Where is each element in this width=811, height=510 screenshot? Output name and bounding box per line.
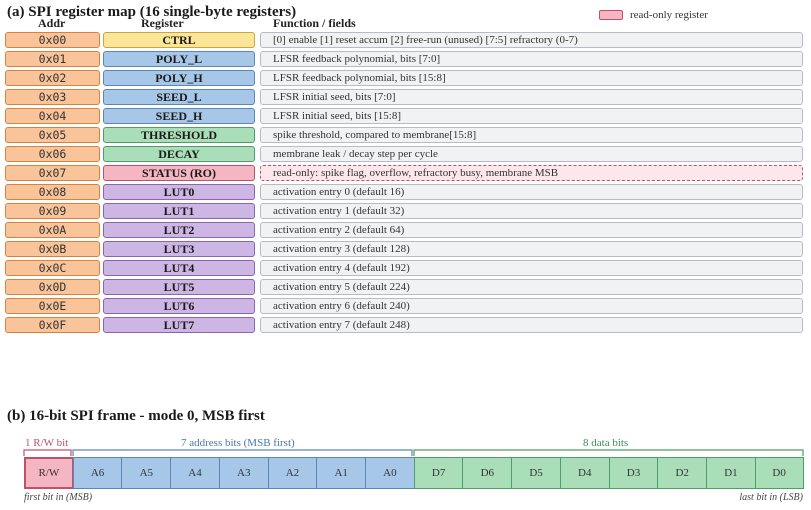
register-row: 0x0A LUT2 activation entry 2 (default 64) [0, 222, 811, 238]
register-row: 0x0B LUT3 activation entry 3 (default 128) [0, 241, 811, 257]
register-name: CTRL [103, 32, 255, 48]
frame-bit: D5 [511, 457, 561, 489]
register-function: spike threshold, compared to membrane[15… [260, 127, 803, 143]
register-address: 0x0D [5, 279, 100, 295]
register-name: LUT2 [103, 222, 255, 238]
register-row: 0x04 SEED_H LFSR initial seed, bits [15:8] [0, 108, 811, 124]
register-address: 0x02 [5, 70, 100, 86]
frame-bit: D1 [706, 457, 756, 489]
frame-bit: A3 [218, 457, 269, 489]
data-bracket [413, 449, 804, 456]
register-row: 0x05 THRESHOLD spike threshold, compared t… [0, 127, 811, 143]
register-name: SEED_H [103, 108, 255, 124]
frame-bit: A0 [365, 457, 415, 489]
register-name: LUT4 [103, 260, 255, 276]
data-bits-label: 8 data bits [583, 437, 629, 449]
register-row: 0x03 SEED_L LFSR initial seed, bits [7:0] [0, 89, 811, 105]
address-bracket [72, 449, 413, 456]
address-bits-label: 7 address bits (MSB first) [181, 437, 295, 449]
register-row: 0x0E LUT6 activation entry 6 (default 240) [0, 298, 811, 314]
register-address: 0x03 [5, 89, 100, 105]
frame-bit: D0 [754, 457, 804, 489]
frame-bit: A1 [316, 457, 367, 489]
register-address: 0x0C [5, 260, 100, 276]
register-row: 0x06 DECAY membrane leak / decay step per … [0, 146, 811, 162]
first-bit-note: first bit in (MSB) [24, 492, 93, 503]
register-function: LFSR feedback polynomial, bits [15:8] [260, 70, 803, 86]
register-address: 0x0B [5, 241, 100, 257]
register-address: 0x00 [5, 32, 100, 48]
register-address: 0x04 [5, 108, 100, 124]
rw-bits-label: 1 R/W bit [25, 437, 69, 449]
register-function: LFSR initial seed, bits [15:8] [260, 108, 803, 124]
register-name: LUT5 [103, 279, 255, 295]
register-function: membrane leak / decay step per cycle [260, 146, 803, 162]
last-bit-note: last bit in (LSB) [739, 492, 803, 503]
register-row: 0x08 LUT0 activation entry 0 (default 16) [0, 184, 811, 200]
register-address: 0x0E [5, 298, 100, 314]
register-row: 0x0D LUT5 activation entry 5 (default 224) [0, 279, 811, 295]
register-function: LFSR feedback polynomial, bits [7:0] [260, 51, 803, 67]
register-row: 0x00 CTRL [0] enable [1] reset accum [2] f… [0, 32, 811, 48]
frame-bit: R/W [24, 457, 74, 489]
frame-bit: A5 [121, 457, 172, 489]
frame-bit: D4 [559, 457, 610, 489]
read-only-swatch [599, 10, 623, 20]
column-header-function: Function / fields [273, 16, 356, 30]
column-header-addr: Addr [38, 16, 66, 30]
register-name: SEED_L [103, 89, 255, 105]
register-function: activation entry 4 (default 192) [260, 260, 803, 276]
register-name: STATUS (RO) [103, 165, 255, 181]
register-name: LUT7 [103, 317, 255, 333]
register-row: 0x07 STATUS (RO) read-only: spike flag, ov… [0, 165, 811, 181]
register-row: 0x0F LUT7 activation entry 7 (default 248) [0, 317, 811, 333]
legend-label: read-only register [630, 9, 708, 21]
register-address: 0x06 [5, 146, 100, 162]
frame-bit: D6 [462, 457, 513, 489]
frame-bit: D2 [657, 457, 708, 489]
register-name: POLY_L [103, 51, 255, 67]
register-function: activation entry 1 (default 32) [260, 203, 803, 219]
register-name: LUT3 [103, 241, 255, 257]
register-name: POLY_H [103, 70, 255, 86]
register-address: 0x08 [5, 184, 100, 200]
register-address: 0x07 [5, 165, 100, 181]
frame-bit: D7 [413, 457, 464, 489]
register-name: LUT1 [103, 203, 255, 219]
register-function: activation entry 5 (default 224) [260, 279, 803, 295]
frame-bit: A6 [72, 457, 123, 489]
legend: read-only register [599, 8, 708, 22]
column-header-register: Register [141, 16, 184, 30]
frame-bit: A2 [267, 457, 318, 489]
register-address: 0x05 [5, 127, 100, 143]
register-name: LUT6 [103, 298, 255, 314]
section-b-title: (b) 16-bit SPI frame - mode 0, MSB first [7, 408, 265, 424]
register-function: activation entry 3 (default 128) [260, 241, 803, 257]
register-row: 0x02 POLY_H LFSR feedback polynomial, bits… [0, 70, 811, 86]
register-row: 0x01 POLY_L LFSR feedback polynomial, bits… [0, 51, 811, 67]
register-address: 0x0F [5, 317, 100, 333]
frame-bit: D3 [608, 457, 659, 489]
register-function: activation entry 7 (default 248) [260, 317, 803, 333]
register-function: activation entry 0 (default 16) [260, 184, 803, 200]
register-name: DECAY [103, 146, 255, 162]
register-function: activation entry 2 (default 64) [260, 222, 803, 238]
frame-bit: A4 [170, 457, 220, 489]
register-function: LFSR initial seed, bits [7:0] [260, 89, 803, 105]
register-function: activation entry 6 (default 240) [260, 298, 803, 314]
register-row: 0x09 LUT1 activation entry 1 (default 32) [0, 203, 811, 219]
rw-bracket [23, 449, 72, 456]
register-address: 0x01 [5, 51, 100, 67]
register-name: THRESHOLD [103, 127, 255, 143]
register-function: [0] enable [1] reset accum [2] free-run … [260, 32, 803, 48]
register-name: LUT0 [103, 184, 255, 200]
register-address: 0x0A [5, 222, 100, 238]
register-address: 0x09 [5, 203, 100, 219]
register-row: 0x0C LUT4 activation entry 4 (default 192) [0, 260, 811, 276]
register-function: read-only: spike flag, overflow, refract… [260, 165, 803, 181]
